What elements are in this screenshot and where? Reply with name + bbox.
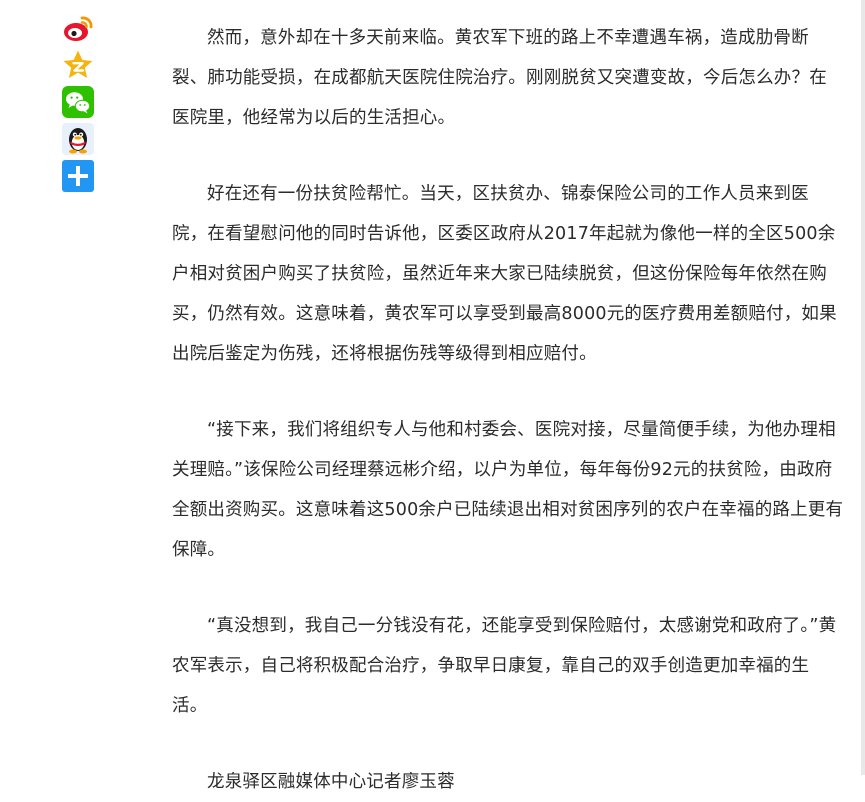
plus-icon: [62, 160, 94, 192]
share-toolbar: [62, 12, 94, 192]
weibo-icon: [64, 16, 93, 41]
qzone-star-icon: [63, 50, 93, 78]
article-byline: 龙泉驿区融媒体中心记者廖玉蓉: [207, 772, 455, 792]
article-paragraph: “接下来，我们将组织专人与他和村委会、医院对接，尽量简便手续，为他办理相关理赔。…: [172, 420, 844, 560]
article-paragraph: 好在还有一份扶贫险帮忙。当天，区扶贫办、锦泰保险公司的工作人员来到医院，在看望慰…: [172, 184, 837, 364]
qzone-share-button[interactable]: [62, 49, 94, 81]
wechat-share-button[interactable]: [62, 86, 94, 118]
weibo-share-button[interactable]: [62, 12, 94, 44]
qq-penguin-icon: [62, 123, 94, 155]
article-body: 然而，意外却在十多天前来临。黄农军下班的路上不幸遭遇车祸，造成肋骨断裂、肺功能受…: [172, 18, 844, 802]
article-paragraph: “真没想到，我自己一分钱没有花，还能享受到保险赔付，太感谢党和政府了。”黄农军表…: [172, 616, 837, 716]
article-paragraph: 然而，意外却在十多天前来临。黄农军下班的路上不幸遭遇车祸，造成肋骨断裂、肺功能受…: [172, 28, 827, 128]
window-edge: [861, 0, 865, 775]
wechat-icon: [62, 86, 94, 118]
more-share-button[interactable]: [62, 160, 94, 192]
qq-share-button[interactable]: [62, 123, 94, 155]
